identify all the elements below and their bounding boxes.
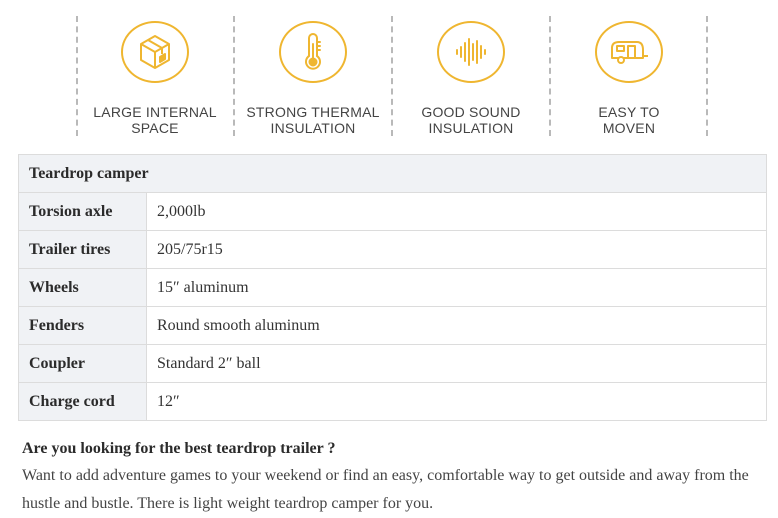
table-row: Fenders Round smooth aluminum — [18, 306, 767, 345]
feature-strong-thermal-insulation: STRONG THERMAL INSULATION — [235, 14, 391, 136]
table-row: Trailer tires 205/75r15 — [18, 230, 767, 269]
row-key: Torsion axle — [18, 192, 147, 231]
feature-label: STRONG THERMAL INSULATION — [246, 104, 380, 136]
feature-label: LARGE INTERNAL SPACE — [93, 104, 217, 136]
trailer-icon — [595, 21, 663, 83]
table-row: Wheels 15″ aluminum — [18, 268, 767, 307]
row-value: Standard 2″ ball — [146, 344, 767, 383]
row-key: Fenders — [18, 306, 147, 345]
feature-label: EASY TO MOVEN — [598, 104, 660, 136]
row-key: Wheels — [18, 268, 147, 307]
row-value: Round smooth aluminum — [146, 306, 767, 345]
row-value: 12″ — [146, 382, 767, 421]
description-heading: Are you looking for the best teardrop tr… — [22, 440, 336, 457]
table-title: Teardrop camper — [18, 154, 767, 193]
feature-large-internal-space: LARGE INTERNAL SPACE — [77, 14, 233, 136]
thermometer-icon — [279, 21, 347, 83]
table-row: Coupler Standard 2″ ball — [18, 344, 767, 383]
row-value: 2,000lb — [146, 192, 767, 231]
table-row: Torsion axle 2,000lb — [18, 192, 767, 231]
row-value: 15″ aluminum — [146, 268, 767, 307]
table-header-row: Teardrop camper — [18, 154, 767, 193]
row-key: Coupler — [18, 344, 147, 383]
description-body: Want to add adventure games to your week… — [22, 467, 749, 512]
feature-easy-to-moven: EASY TO MOVEN — [551, 14, 707, 136]
feature-good-sound-insulation: GOOD SOUND INSULATION — [393, 14, 549, 136]
box-icon — [121, 21, 189, 83]
features-row: LARGE INTERNAL SPACE STRONG THERMAL INSU… — [76, 14, 710, 136]
row-key: Charge cord — [18, 382, 147, 421]
feature-label: GOOD SOUND INSULATION — [421, 104, 521, 136]
description-section: Are you looking for the best teardrop tr… — [22, 438, 762, 518]
spec-table: Teardrop camper Torsion axle 2,000lb Tra… — [18, 154, 767, 421]
table-row: Charge cord 12″ — [18, 382, 767, 421]
sound-wave-icon — [437, 21, 505, 83]
row-key: Trailer tires — [18, 230, 147, 269]
row-value: 205/75r15 — [146, 230, 767, 269]
